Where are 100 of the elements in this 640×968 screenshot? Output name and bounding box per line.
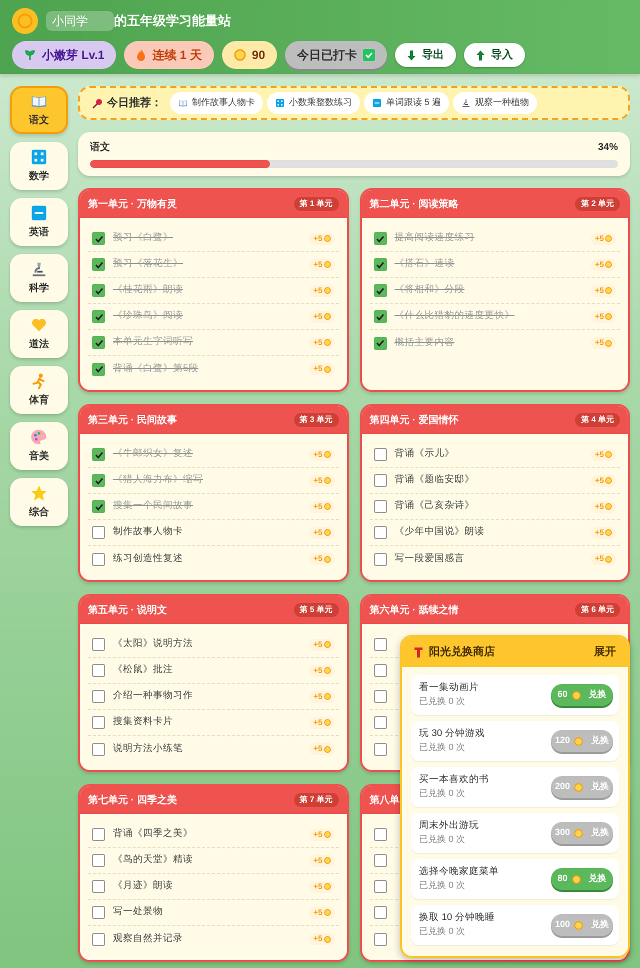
reward-name: 选择今晚家庭菜单 — [419, 865, 499, 880]
task-label: 背诵《四季之美》 — [113, 827, 194, 842]
points-text: +5 — [313, 880, 322, 892]
redeem-text: 兑换 — [588, 688, 606, 702]
task-label: 《少年中国说》朗读 — [394, 525, 486, 540]
reward-count: 已兑换 0 次 — [419, 787, 466, 800]
task-label: 预习《落花生》 — [113, 257, 184, 272]
progress-percent: 34% — [598, 141, 618, 155]
task-label: 《牛郎织女》复述 — [113, 447, 194, 462]
points-text: +5 — [313, 336, 322, 348]
points-text: +5 — [313, 448, 322, 460]
task-label: 背诵《题临安邸》 — [394, 473, 476, 488]
points-text: +5 — [594, 474, 604, 486]
task-label: 搜集资料卡片 — [113, 715, 174, 730]
points-text: +5 — [313, 474, 322, 486]
reward-name: 看一集动画片 — [419, 681, 479, 696]
points-text: +5 — [313, 526, 322, 538]
reward-count: 已兑换 0 次 — [419, 879, 466, 892]
points-text: +5 — [594, 337, 604, 349]
points-badge: 90 — [222, 41, 278, 69]
points-text: +5 — [313, 284, 322, 296]
unit-title: 第六单元 · 舐犊之情 — [370, 603, 458, 618]
points-text: +5 — [313, 638, 322, 650]
unit-badge: 第 1 单元 — [294, 197, 338, 211]
unit-badge: 第 6 单元 — [575, 603, 620, 617]
points-text: +5 — [594, 310, 604, 322]
progress-subject: 语文 — [90, 140, 110, 155]
task-label: 《桂花雨》朗读 — [113, 283, 184, 298]
reward-count: 已兑换 0 次 — [419, 833, 466, 846]
recommendation-label: 今日推荐： — [107, 96, 162, 111]
unit-badge: 第 3 单元 — [294, 413, 338, 427]
redeem-text: 兑换 — [591, 780, 610, 794]
redeem-text: 兑换 — [591, 918, 610, 932]
cost-text: 60 — [557, 688, 568, 702]
points-text: +5 — [313, 690, 322, 702]
task-label: 《鸟的天堂》精读 — [113, 853, 194, 868]
task-label: 《太阳》说明方法 — [113, 637, 194, 652]
points-text: +5 — [594, 500, 604, 512]
task-label: 《将相和》分段 — [394, 283, 466, 298]
points-text: +5 — [313, 500, 322, 512]
points-text: +5 — [594, 258, 604, 270]
unit-badge: 第 2 单元 — [575, 197, 620, 211]
task-label: 写一处景物 — [113, 905, 164, 920]
reward-count: 已兑换 0 次 — [419, 741, 466, 754]
reward-name: 周末外出游玩 — [419, 819, 479, 834]
task-label: 《珍珠鸟》阅读 — [113, 309, 184, 324]
shop-title: 阳光兑换商店 — [429, 644, 495, 660]
cost-text: 200 — [554, 780, 570, 794]
points-text: +5 — [594, 526, 604, 538]
task-label: 《月迹》朗读 — [113, 879, 174, 894]
task-label: 预习《白鹭》 — [113, 231, 174, 246]
page-title: 的五年级学习能量站 — [114, 12, 231, 30]
reward-name: 买一本喜欢的书 — [419, 773, 489, 788]
reward-count: 已兑换 0 次 — [419, 925, 466, 938]
cost-text: 120 — [554, 734, 570, 748]
task-label: 观察自然并记录 — [113, 932, 184, 946]
unit-title: 第七单元 · 四季之美 — [88, 793, 177, 808]
task-label: 练习创造性复述 — [113, 552, 184, 566]
level-badge: 小嫩芽 Lv.1 — [12, 41, 116, 69]
cost-text: 80 — [557, 872, 568, 886]
reward-count: 已兑换 0 次 — [419, 695, 466, 708]
task-label: 搜集一个民间故事 — [113, 499, 194, 514]
reward-name: 玩 30 分钟游戏 — [419, 727, 485, 742]
unit-title: 第四单元 · 爱国情怀 — [370, 414, 458, 428]
task-label: 制作故事人物卡 — [113, 525, 184, 540]
task-label: 本单元生字词听写 — [113, 335, 194, 350]
points-text: +5 — [313, 906, 322, 918]
task-label: 写一段爱国感言 — [394, 552, 466, 566]
cost-text: 300 — [554, 826, 570, 840]
task-label: 背诵《示儿》 — [394, 447, 456, 462]
task-label: 《搭石》速读 — [394, 257, 456, 272]
points-text: +5 — [313, 232, 322, 244]
reward-name: 换取 10 分钟晚睡 — [419, 911, 495, 926]
task-label: 《什么比猎豹的速度更快》 — [394, 309, 516, 324]
task-label: 《猎人海力布》缩写 — [113, 473, 204, 488]
task-label: 《松鼠》批注 — [113, 663, 174, 678]
task-label: 背诵《白鹭》第5段 — [113, 362, 200, 376]
redeem-text: 兑换 — [591, 734, 610, 748]
points-text: +5 — [594, 284, 604, 296]
unit-badge: 第 7 单元 — [294, 793, 338, 807]
unit-title: 第二单元 · 阅读策略 — [370, 198, 458, 212]
points-text: +5 — [313, 363, 322, 375]
unit-badge: 第 4 单元 — [575, 413, 620, 427]
points-text: +5 — [313, 716, 322, 728]
streak-badge: 连续 1 天 — [124, 41, 214, 69]
task-label: 说明方法小练笔 — [113, 742, 184, 756]
unit-badge: 第 5 单元 — [294, 603, 338, 617]
points-text: +5 — [594, 553, 604, 565]
unit-title: 第一单元 · 万物有灵 — [88, 198, 177, 212]
points-text: +5 — [313, 854, 322, 866]
task-label: 介绍一种事物习作 — [113, 689, 194, 704]
redeem-text: 兑换 — [591, 826, 610, 840]
unit-title: 第五单元 · 说明文 — [88, 604, 167, 618]
unit-title: 第三单元 · 民间故事 — [88, 414, 177, 428]
points-text: +5 — [313, 258, 322, 270]
points-text: +5 — [313, 664, 322, 676]
points-text: +5 — [313, 553, 322, 565]
points-text: +5 — [313, 828, 322, 840]
points-text: +5 — [594, 232, 604, 244]
redeem-text: 兑换 — [588, 872, 606, 886]
